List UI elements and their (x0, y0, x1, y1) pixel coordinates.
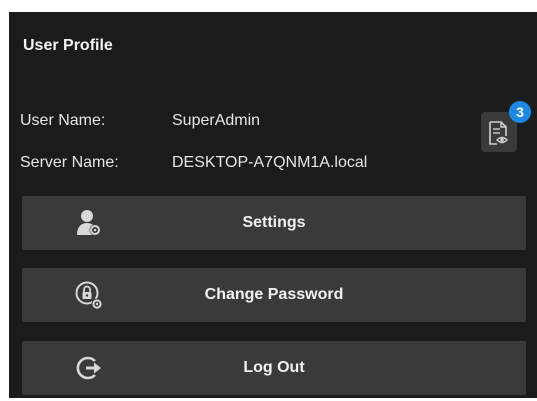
panel-title: User Profile (23, 37, 113, 54)
change-password-button-label: Change Password (204, 286, 344, 303)
settings-button[interactable]: Settings (22, 196, 526, 250)
user-name-value: SuperAdmin (172, 112, 261, 129)
server-name-value: DESKTOP-A7QNM1A.local (172, 154, 368, 171)
settings-button-label: Settings (242, 214, 306, 231)
user-profile-panel: User Profile User Name: SuperAdmin Serve… (9, 12, 537, 398)
log-out-button[interactable]: Log Out (22, 341, 526, 395)
document-eye-icon (489, 121, 508, 145)
change-password-button[interactable]: Change Password (22, 268, 526, 322)
server-name-label: Server Name: (20, 154, 119, 171)
notification-badge: 3 (509, 101, 531, 123)
log-out-button-label: Log Out (243, 359, 305, 376)
notes-button[interactable]: 3 (481, 101, 531, 152)
user-name-label: User Name: (20, 112, 106, 129)
